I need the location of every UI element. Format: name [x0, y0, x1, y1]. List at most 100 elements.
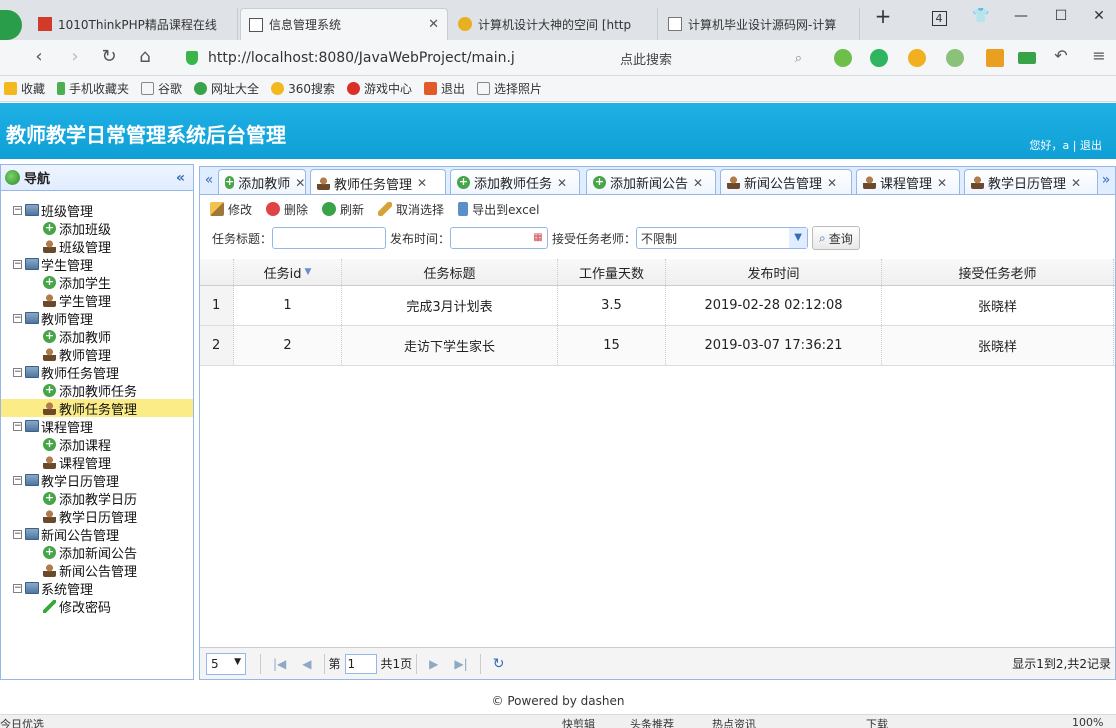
nav-group[interactable]: − 新闻公告管理 [1, 525, 193, 544]
page-tab[interactable]: + 添加新闻公告 ✕ [586, 169, 716, 194]
nav-item[interactable]: 班级管理 [1, 237, 193, 256]
battery-ext-icon[interactable] [1018, 52, 1036, 64]
next-page-icon[interactable]: ▶ [429, 657, 438, 671]
nav-item[interactable]: + 添加教师 [1, 327, 193, 346]
nav-item[interactable]: + 添加班级 [1, 219, 193, 238]
task-title-input[interactable] [272, 227, 387, 249]
status-zoom[interactable]: 100% [1072, 716, 1103, 728]
calendar-icon[interactable]: ▦ [529, 228, 547, 248]
home-icon[interactable]: ⌂ [132, 46, 158, 67]
collapse-toggle-icon[interactable]: − [13, 421, 22, 431]
page-tab[interactable]: 教学日历管理 ✕ [964, 169, 1098, 194]
apps-ext-icon[interactable] [986, 49, 1004, 67]
tab-scroll-right-icon[interactable]: » [1097, 167, 1115, 194]
first-page-icon[interactable]: |◀ [273, 657, 286, 671]
nav-group[interactable]: − 教师管理 [1, 309, 193, 328]
collapse-toggle-icon[interactable]: − [13, 205, 22, 215]
bookmark-item[interactable]: 收藏 [4, 80, 45, 97]
page-size-select[interactable]: 5 ▼ [206, 652, 246, 675]
browser-tab-active[interactable]: 信息管理系统 ✕ [240, 8, 448, 40]
collapse-toggle-icon[interactable]: − [13, 367, 22, 377]
search-box[interactable]: 点此搜索 ⌕ [620, 45, 810, 71]
collapse-toggle-icon[interactable]: − [13, 259, 22, 269]
nav-group[interactable]: − 系统管理 [1, 579, 193, 598]
nav-item[interactable]: + 添加新闻公告 [1, 543, 193, 562]
teacher-select[interactable]: 不限制 ▼ [636, 227, 809, 249]
collapse-toggle-icon[interactable]: − [13, 475, 22, 485]
chevron-down-icon[interactable]: ▼ [789, 228, 808, 248]
close-tab-icon[interactable]: ✕ [417, 176, 427, 190]
close-tab-icon[interactable]: ✕ [557, 176, 567, 190]
browser-tab[interactable]: 1010ThinkPHP精品课程在线 [30, 8, 238, 40]
bookmark-item[interactable]: 谷歌 [141, 80, 182, 97]
nav-item[interactable]: 教师任务管理 [1, 399, 193, 418]
minimize-button[interactable]: — [1006, 8, 1036, 24]
page-tab[interactable]: + 添加教师任务 ✕ [450, 169, 580, 194]
collapse-toggle-icon[interactable]: − [13, 313, 22, 323]
column-header[interactable]: 工作量天数 [558, 259, 666, 285]
edit-button[interactable]: 修改 [210, 201, 252, 218]
tab-scroll-left-icon[interactable]: « [200, 167, 218, 194]
collapse-toggle-icon[interactable]: − [13, 529, 22, 539]
nav-item[interactable]: + 添加教师任务 [1, 381, 193, 400]
menu-icon[interactable]: ≡ [1086, 46, 1112, 65]
column-header[interactable]: 任务标题 [342, 259, 558, 285]
close-tab-icon[interactable]: ✕ [1071, 176, 1081, 190]
nav-item[interactable]: 教师管理 [1, 345, 193, 364]
page-tab[interactable]: 新闻公告管理 ✕ [720, 169, 852, 194]
nav-item[interactable]: 教学日历管理 [1, 507, 193, 526]
search-icon[interactable]: ⌕ [795, 51, 802, 66]
status-item[interactable]: 下载 [866, 716, 888, 728]
table-row[interactable]: 1 1 完成3月计划表 3.5 2019-02-28 02:12:08 张晓样 [200, 286, 1115, 326]
page-tab[interactable]: 教师任务管理 ✕ [310, 169, 446, 194]
refresh-button[interactable]: 刷新 [322, 201, 364, 218]
query-button[interactable]: ⌕ 查询 [812, 226, 860, 250]
nav-group[interactable]: − 班级管理 [1, 201, 193, 220]
reload-icon[interactable]: ↻ [96, 46, 122, 67]
publish-time-input[interactable]: ▦ [450, 227, 549, 249]
column-header[interactable]: 任务id ▼ [234, 259, 342, 285]
status-item[interactable]: 快剪辑 [562, 716, 595, 728]
browser-logo-icon[interactable] [0, 10, 22, 40]
image-ext-icon[interactable] [946, 49, 964, 67]
close-tab-icon[interactable]: ✕ [827, 176, 837, 190]
column-header[interactable] [200, 259, 234, 285]
forward-icon[interactable]: › [62, 46, 88, 67]
logout-link[interactable]: 退出 [1080, 139, 1102, 152]
nav-item[interactable]: 修改密码 [1, 597, 193, 616]
nav-group[interactable]: − 学生管理 [1, 255, 193, 274]
bookmark-item[interactable]: 退出 [423, 80, 465, 97]
nav-item[interactable]: + 添加课程 [1, 435, 193, 454]
column-header[interactable]: 接受任务老师 [882, 259, 1114, 285]
back-icon[interactable]: ‹ [26, 46, 52, 67]
bookmark-item[interactable]: 选择照片 [477, 80, 542, 97]
tab-count-badge[interactable]: 4 [931, 11, 947, 26]
close-tab-icon[interactable]: ✕ [693, 176, 703, 190]
bookmark-item[interactable]: 手机收藏夹 [57, 80, 129, 97]
close-tab-icon[interactable]: ✕ [420, 17, 439, 32]
scissors-ext-icon[interactable] [834, 49, 852, 67]
bookmark-item[interactable]: 游戏中心 [346, 80, 412, 97]
translate-ext-icon[interactable] [870, 49, 888, 67]
maximize-button[interactable]: ☐ [1046, 8, 1076, 24]
nav-item[interactable]: 新闻公告管理 [1, 561, 193, 580]
page-tab[interactable]: 课程管理 ✕ [856, 169, 960, 194]
nav-group[interactable]: − 教学日历管理 [1, 471, 193, 490]
status-item[interactable]: 头条推荐 [630, 716, 674, 728]
unselect-button[interactable]: 取消选择 [378, 201, 444, 218]
page-tab[interactable]: + 添加教师 ✕ [218, 169, 306, 194]
delete-button[interactable]: 删除 [266, 201, 308, 218]
page-number-input[interactable]: 1 [344, 653, 377, 674]
bookmark-item[interactable]: 网址大全 [194, 80, 259, 97]
status-left-text[interactable]: 今日优选 [0, 716, 44, 728]
bookmark-item[interactable]: 360搜索 [271, 80, 335, 97]
browser-tab[interactable]: 计算机毕业设计源码网-计算 [660, 8, 860, 40]
status-item[interactable]: 热点资讯 [712, 716, 756, 728]
reload-page-icon[interactable]: ↻ [493, 656, 505, 672]
last-page-icon[interactable]: ▶| [454, 657, 467, 671]
collapse-toggle-icon[interactable]: − [13, 583, 22, 593]
collapse-icon[interactable]: « [176, 170, 185, 186]
column-header[interactable]: 发布时间 [666, 259, 882, 285]
table-row[interactable]: 2 2 走访下学生家长 15 2019-03-07 17:36:21 张晓样 [200, 326, 1115, 366]
nav-item[interactable]: 课程管理 [1, 453, 193, 472]
